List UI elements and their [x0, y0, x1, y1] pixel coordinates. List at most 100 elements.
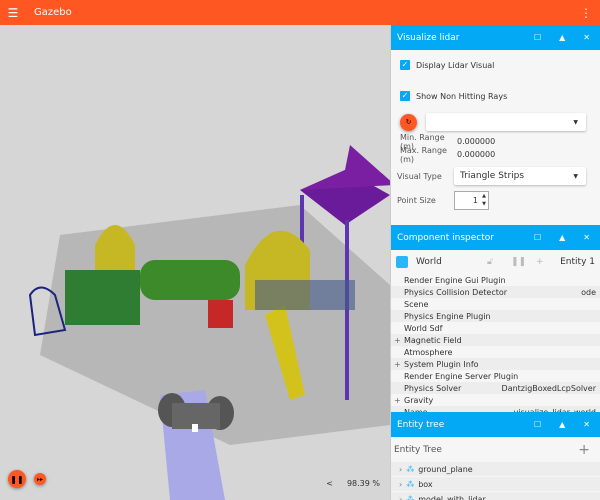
component-value: DantzigBoxedLcpSolver: [501, 383, 596, 393]
component-row: Scene: [391, 298, 600, 310]
panel-header: Entity tree ☐ ▲ ✕: [391, 412, 600, 437]
collapse-icon[interactable]: ▲: [559, 233, 565, 242]
min-range-value: 0.000000: [457, 137, 496, 146]
panel-title: Entity tree: [397, 419, 445, 430]
component-name: Physics Solver: [404, 383, 462, 393]
vertical-dots-icon[interactable]: ⋮: [580, 6, 592, 20]
visual-type-select[interactable]: Triangle Strips ▼: [454, 167, 586, 185]
max-range-value: 0.000000: [457, 150, 496, 159]
entity-list: › ⁂ ground_plane › ⁂ box › ⁂ model_with_lidar: [391, 462, 600, 500]
panel-title: Component inspector: [397, 232, 494, 243]
visual-type-label: Visual Type: [397, 171, 442, 181]
model-icon: ⁂: [406, 464, 415, 474]
3d-scene-viewport[interactable]: ❚❚ ▸▸ <98.39 %: [0, 25, 390, 500]
component-list: Render Engine Gui Plugin Physics Collisio…: [391, 274, 600, 412]
maximize-icon[interactable]: ☐: [534, 33, 541, 42]
component-row[interactable]: + Gravity: [391, 394, 600, 406]
model-icon: ⁂: [406, 494, 415, 500]
expand-icon[interactable]: +: [394, 396, 401, 405]
visual-type-value: Triangle Strips: [460, 171, 525, 181]
point-size-value: 1: [472, 196, 478, 205]
checkbox-label: Display Lidar Visual: [416, 60, 495, 70]
entity-name: World: [416, 257, 442, 267]
expand-icon[interactable]: +: [394, 336, 401, 345]
component-name: World Sdf: [404, 323, 443, 333]
entity-name: ground_plane: [418, 464, 473, 474]
component-name: Physics Collision Detector: [404, 287, 508, 297]
entity-header: World 🔓︎ ❚❚ + Entity 1: [391, 250, 600, 274]
step-button[interactable]: ▸▸: [34, 473, 46, 485]
add-icon[interactable]: +: [536, 257, 544, 267]
real-time-factor: <98.39 %: [326, 479, 380, 488]
tree-item[interactable]: › ⁂ box: [391, 477, 600, 491]
max-range-label: Max. Range (m): [400, 145, 447, 164]
close-icon[interactable]: ✕: [583, 420, 590, 429]
component-name: Atmosphere: [404, 347, 453, 357]
expand-icon[interactable]: +: [394, 360, 401, 369]
component-name: Magnetic Field: [404, 335, 462, 345]
add-entity-button[interactable]: +: [578, 442, 590, 458]
component-name: Render Engine Gui Plugin: [404, 275, 506, 285]
tree-item[interactable]: › ⁂ model_with_lidar: [391, 492, 600, 500]
top-bar: ☰ Gazebo ⋮: [0, 0, 600, 25]
pause-icon: ❚❚: [10, 474, 24, 484]
component-name: Scene: [404, 299, 429, 309]
panel-title: Visualize lidar: [397, 32, 460, 43]
app-title: Gazebo: [34, 7, 72, 18]
rtf-toggle[interactable]: <: [326, 479, 333, 488]
chevron-right-icon[interactable]: ›: [399, 480, 402, 489]
component-row: Atmosphere: [391, 346, 600, 358]
refresh-icon: ↻: [405, 118, 412, 126]
entity-tree-header: Entity Tree: [394, 444, 442, 455]
model-icon: ⁂: [406, 479, 415, 489]
visualize-lidar-panel: Visualize lidar ☐ ▲ ✕ ✓ Display Lidar Visua…: [390, 25, 600, 225]
component-row: Physics Solver DantzigBoxedLcpSolver: [391, 382, 600, 394]
pause-icon[interactable]: ❚❚: [511, 257, 526, 267]
component-name: Gravity: [404, 395, 434, 405]
topic-select[interactable]: ▼: [426, 113, 586, 131]
playground-scene: [0, 25, 390, 500]
component-row: World Sdf: [391, 322, 600, 334]
component-name: System Plugin Info: [404, 359, 479, 369]
collapse-icon[interactable]: ▲: [559, 33, 565, 42]
pause-button[interactable]: ❚❚: [8, 470, 26, 488]
maximize-icon[interactable]: ☐: [534, 420, 541, 429]
entity-name: box: [418, 479, 433, 489]
cube-icon: [396, 256, 408, 268]
component-row[interactable]: + Magnetic Field: [391, 334, 600, 346]
chevron-right-icon[interactable]: ›: [399, 495, 402, 500]
dropdown-arrow-icon: ▼: [573, 172, 578, 180]
component-name: Physics Engine Plugin: [404, 311, 491, 321]
entity-name: model_with_lidar: [418, 494, 486, 500]
entity-id: Entity 1: [560, 257, 595, 267]
close-icon[interactable]: ✕: [583, 233, 590, 242]
component-name: Render Engine Server Plugin: [404, 371, 519, 381]
component-row: Physics Engine Plugin: [391, 310, 600, 322]
component-row[interactable]: + System Plugin Info: [391, 358, 600, 370]
spin-arrows-icon[interactable]: ▲ ▼: [482, 192, 486, 208]
non-hitting-rays-checkbox[interactable]: ✓ Show Non Hitting Rays: [391, 89, 600, 103]
checkmark-icon: ✓: [400, 91, 410, 101]
checkmark-icon: ✓: [400, 60, 410, 70]
fast-forward-icon: ▸▸: [36, 475, 44, 483]
close-icon[interactable]: ✕: [583, 33, 590, 42]
refresh-button[interactable]: ↻: [400, 113, 417, 131]
entity-tree-panel: Entity tree ☐ ▲ ✕ Entity Tree + › ⁂ ground_p…: [390, 412, 600, 500]
rtf-value: 98.39 %: [346, 479, 380, 488]
lock-icon[interactable]: 🔓︎: [487, 257, 493, 267]
panel-header: Component inspector ☐ ▲ ✕: [391, 225, 600, 250]
chevron-right-icon[interactable]: ›: [399, 465, 402, 474]
panel-header: Visualize lidar ☐ ▲ ✕: [391, 25, 600, 50]
component-inspector-panel: Component inspector ☐ ▲ ✕ World 🔓︎ ❚❚ + En…: [390, 225, 600, 412]
display-lidar-checkbox[interactable]: ✓ Display Lidar Visual: [391, 58, 600, 72]
tree-item[interactable]: › ⁂ ground_plane: [391, 462, 600, 476]
component-value: ode: [581, 287, 596, 297]
maximize-icon[interactable]: ☐: [534, 233, 541, 242]
component-row: Render Engine Server Plugin: [391, 370, 600, 382]
checkbox-label: Show Non Hitting Rays: [416, 91, 508, 101]
component-row: Render Engine Gui Plugin: [391, 274, 600, 286]
dropdown-arrow-icon: ▼: [573, 118, 578, 126]
collapse-icon[interactable]: ▲: [559, 420, 565, 429]
hamburger-icon[interactable]: ☰: [2, 6, 24, 20]
point-size-spinbox[interactable]: 1 ▲ ▼: [454, 191, 489, 210]
